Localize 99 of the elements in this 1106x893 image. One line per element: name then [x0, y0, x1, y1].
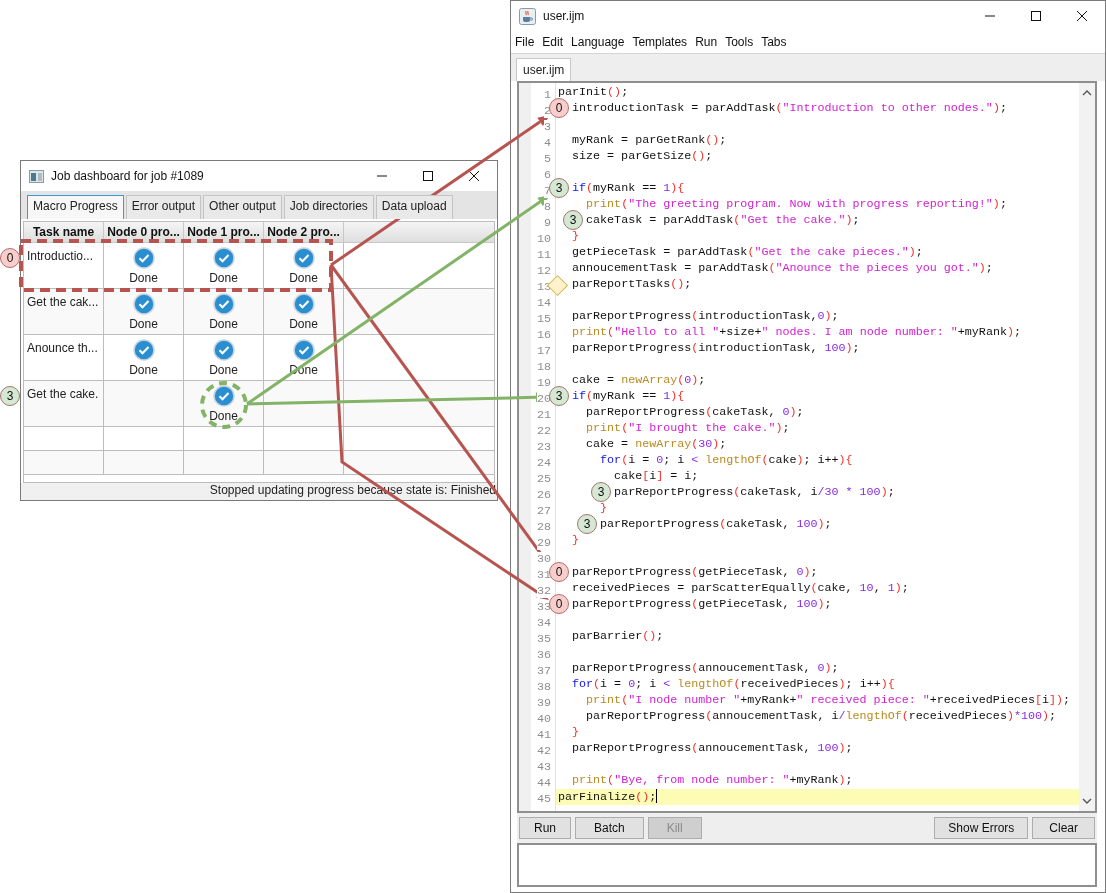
- menu-item[interactable]: Tabs: [761, 35, 787, 49]
- window-title: Job dashboard for job #1089: [51, 169, 205, 183]
- number-marker: 0: [549, 594, 570, 614]
- code-line: for(i = 0; i < lengthOf(receivedPieces); i++){: [571, 677, 896, 693]
- window-icon: [29, 169, 44, 183]
- code-line: 3 cakeTask = parAddTask("Get the cake.");: [556, 213, 1079, 229]
- tab[interactable]: Data upload: [375, 195, 453, 219]
- toolbar-button[interactable]: Clear: [1032, 817, 1095, 839]
- tab[interactable]: Macro Progress: [27, 195, 124, 219]
- close-button[interactable]: [468, 170, 480, 182]
- code-line: 3 parReportProgress(cakeTask, i/30 * 100);: [556, 485, 1079, 501]
- check-circle-icon: [212, 385, 235, 407]
- menu-item[interactable]: Run: [695, 35, 718, 49]
- status-text: Done: [209, 363, 238, 377]
- code-line: parBarrier();: [571, 629, 665, 645]
- check-circle-icon: [132, 293, 155, 315]
- line-number: 32: [536, 584, 551, 598]
- code-line: print("I brought the cake.");: [585, 421, 791, 437]
- code-line: parReportProgress(annoucementTask, i/lengthOf(receivedPieces)*100);: [585, 709, 1057, 725]
- code-line: parReportProgress(cakeTask, 0);: [585, 405, 805, 421]
- code-line: }: [571, 533, 581, 549]
- number-marker: 3: [549, 178, 570, 198]
- toolbar-button[interactable]: Show Errors: [934, 817, 1029, 839]
- code-line: myRank = parGetRank();: [571, 133, 728, 149]
- status-text: Done: [209, 271, 238, 285]
- check-circle-icon: [132, 339, 155, 361]
- code-line: parReportProgress(introductionTask, 100);: [571, 341, 861, 357]
- number-marker: 0: [549, 562, 570, 582]
- number-marker: 3: [0, 386, 20, 406]
- code-line: print("I node number "+myRank+" received piece: "+receivedPieces[i]);: [585, 693, 1072, 709]
- status-text: Done: [129, 317, 158, 331]
- scroll-down-icon[interactable]: [1082, 798, 1092, 805]
- table-cell: Get the cak...: [24, 289, 104, 335]
- code-line: getPieceTask = parAddTask("Get the cake pieces.");: [571, 245, 924, 261]
- code-line: }: [571, 725, 581, 741]
- code-line: print("Bye, from node number: "+myRank);: [571, 773, 854, 789]
- coffee-cup-icon: [519, 7, 536, 25]
- menu-item[interactable]: File: [515, 35, 535, 49]
- maximize-button[interactable]: [1030, 10, 1042, 22]
- number-marker: 3: [591, 482, 612, 502]
- tab[interactable]: Other output: [203, 195, 282, 219]
- table-cell: Anounce th...: [24, 335, 104, 381]
- status-text: Done: [129, 363, 158, 377]
- toolbar-button[interactable]: Batch: [575, 817, 644, 839]
- code-line: print("The greeting program. Now with progress reporting!");: [585, 197, 1008, 213]
- status-text: Done: [209, 317, 238, 331]
- check-circle-icon: [132, 247, 155, 269]
- status-text: Done: [289, 317, 318, 331]
- file-tab[interactable]: user.ijm: [516, 58, 572, 81]
- code-line: }: [599, 501, 609, 517]
- status-text: Done: [209, 409, 238, 423]
- check-circle-icon: [212, 293, 235, 315]
- menu-item[interactable]: Edit: [542, 35, 564, 49]
- tab[interactable]: Job directories: [283, 195, 374, 219]
- code-line: parInit();: [557, 85, 630, 101]
- code-line: parReportProgress(annoucementTask, 100);: [571, 741, 854, 757]
- scroll-up-icon[interactable]: [1082, 89, 1092, 96]
- code-editor[interactable]: [517, 81, 1097, 813]
- code-line: for(i = 0; i < lengthOf(cake); i++){: [599, 453, 854, 469]
- status-text: Done: [289, 271, 318, 285]
- number-marker: 0: [0, 248, 20, 268]
- code-line: 3 parReportProgress(cakeTask, 100);: [556, 517, 1079, 533]
- check-circle-icon: [292, 339, 315, 361]
- check-circle-icon: [292, 293, 315, 315]
- table-cell: Get the cake.: [24, 381, 104, 427]
- code-line: parReportProgress(annoucementTask, 0);: [571, 661, 840, 677]
- code-line: parReportTasks();: [556, 277, 1079, 293]
- menu-item[interactable]: Tools: [725, 35, 754, 49]
- code-line: cake[i] = i;: [613, 469, 700, 485]
- close-button[interactable]: [1076, 10, 1088, 22]
- line-number: 29: [536, 536, 551, 550]
- check-circle-icon: [292, 247, 315, 269]
- check-circle-icon: [212, 339, 235, 361]
- text-cursor: [656, 789, 658, 803]
- status-text: Done: [129, 271, 158, 285]
- code-line: cake = newArray(30);: [585, 437, 728, 453]
- check-circle-icon: [212, 247, 235, 269]
- tab[interactable]: Error output: [125, 195, 202, 219]
- number-marker: 0: [549, 98, 570, 118]
- number-marker: 3: [549, 386, 570, 406]
- dashed-highlight: [200, 381, 248, 429]
- window-title: user.ijm: [543, 9, 586, 23]
- line-number: 30: [536, 552, 551, 566]
- code-line: size = parGetSize();: [571, 149, 714, 165]
- line-number: 2: [544, 104, 551, 118]
- code-line: annoucementTask = parAddTask("Anounce the pieces you got.");: [571, 261, 994, 277]
- menu-item[interactable]: Templates: [632, 35, 688, 49]
- menu-item[interactable]: Language: [571, 35, 625, 49]
- maximize-button[interactable]: [422, 170, 434, 182]
- code-line: cake = newArray(0);: [571, 373, 707, 389]
- code-line: print("Hello to all "+size+" nodes. I am node number: "+myRank);: [571, 325, 1022, 341]
- scrollbar[interactable]: [1079, 83, 1095, 811]
- toolbar-button[interactable]: Run: [519, 817, 571, 839]
- code-line: receivedPieces = parScatterEqually(cake, 10, 1);: [571, 581, 910, 597]
- code-line: }: [571, 229, 581, 245]
- code-line: parReportProgress(introductionTask,0);: [571, 309, 840, 325]
- line-number: 7: [544, 184, 551, 198]
- number-marker: 3: [577, 514, 598, 534]
- number-marker: 3: [563, 210, 584, 230]
